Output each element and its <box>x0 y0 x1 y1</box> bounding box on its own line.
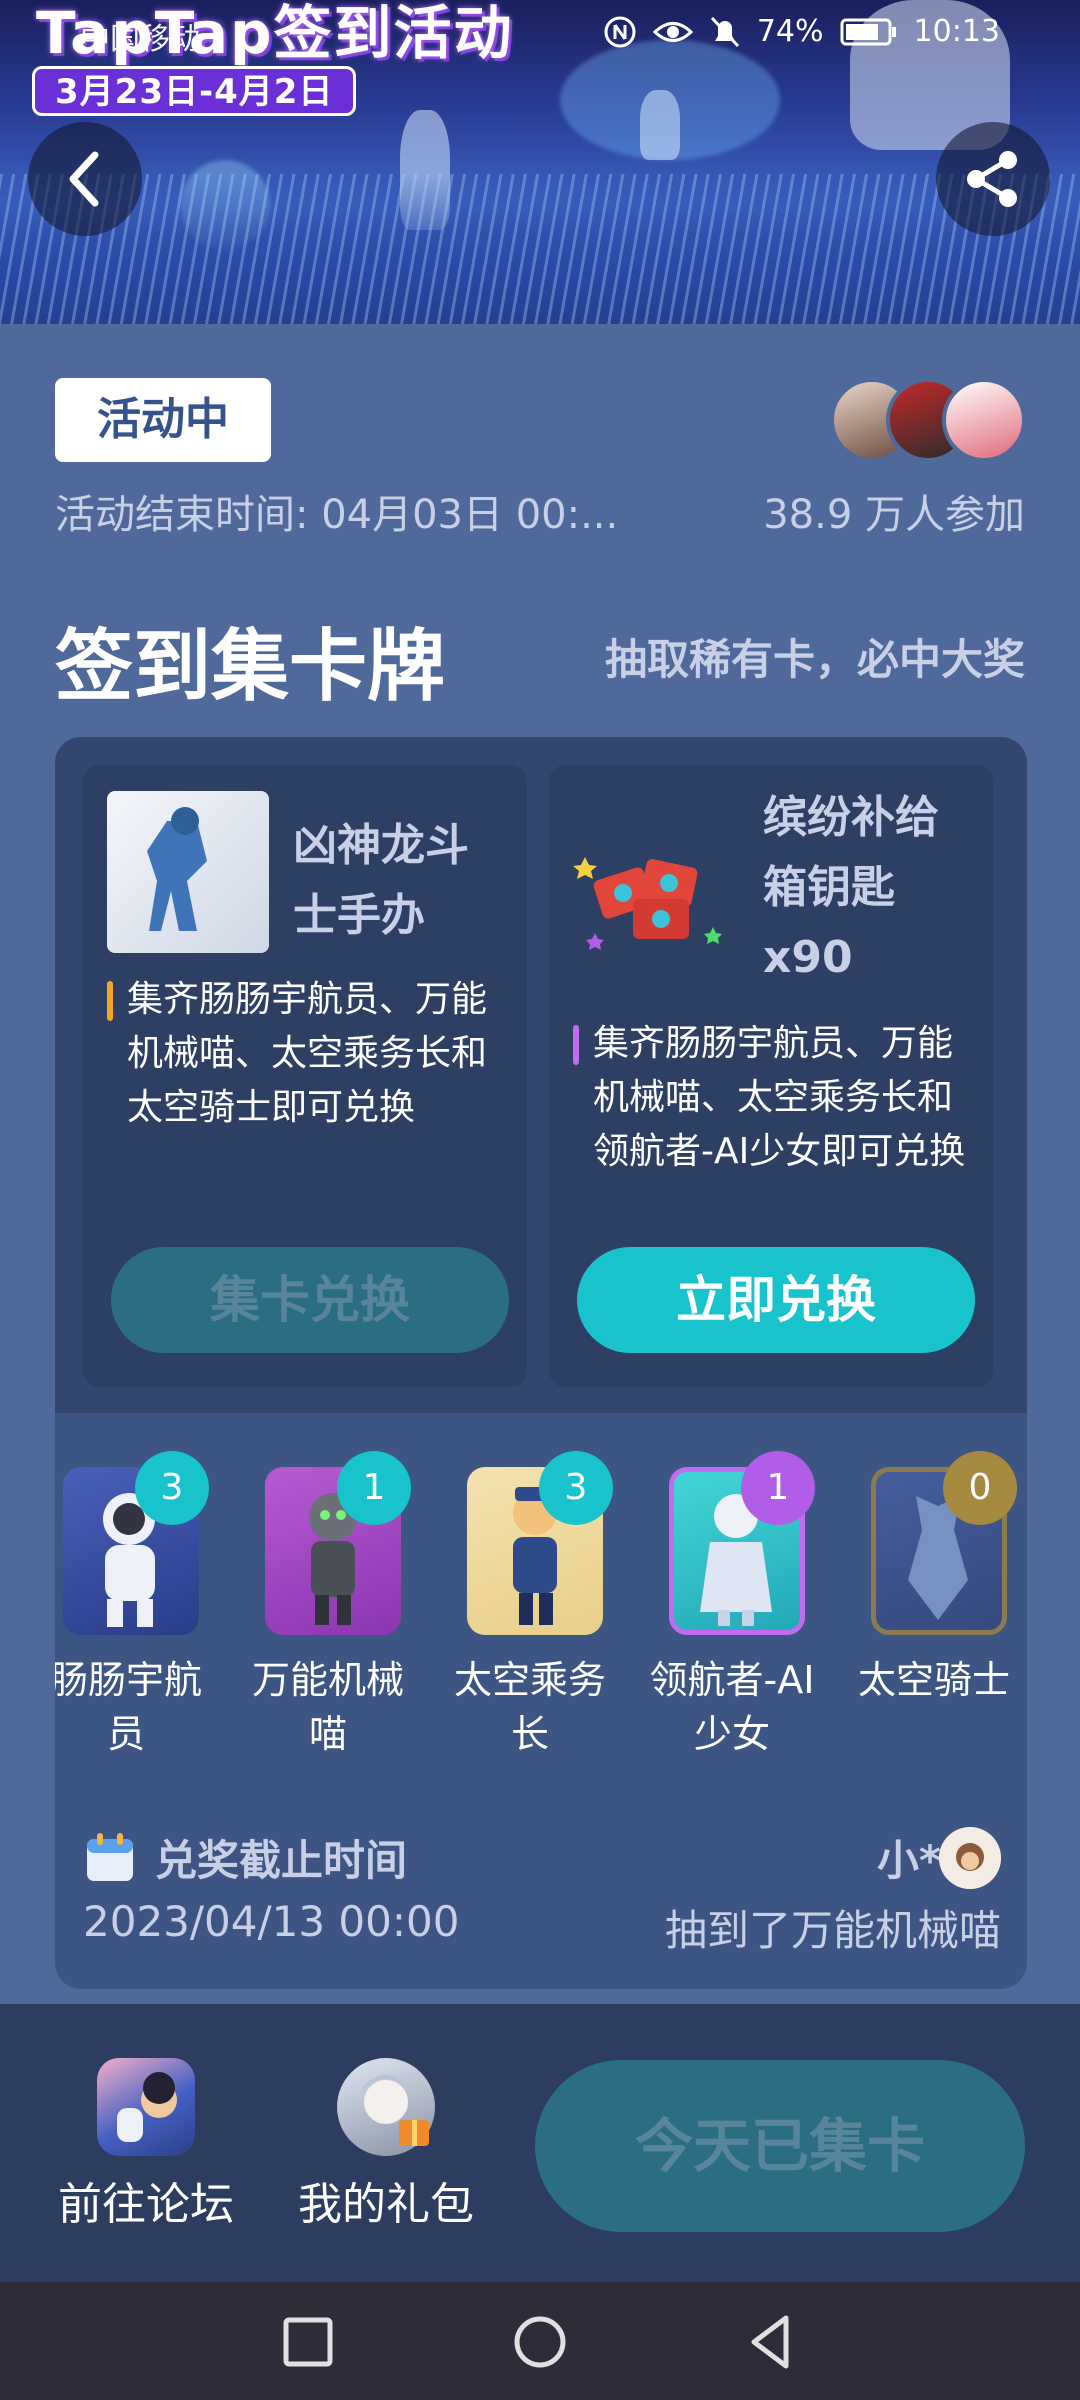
chevron-left-icon <box>69 151 99 207</box>
eye-icon <box>652 21 693 42</box>
activity-status-badge: 活动中 <box>55 378 271 462</box>
battery-percent: 74% <box>756 14 824 49</box>
forum-button[interactable]: 前往论坛 <box>46 2058 246 2232</box>
my-gifts-button[interactable]: 我的礼包 <box>286 2058 486 2232</box>
card-count-badge: 0 <box>943 1451 1017 1525</box>
participant-count: 38.9 万人参加 <box>763 492 1025 538</box>
battery-icon <box>840 18 896 45</box>
gift-icon <box>337 2058 435 2156</box>
status-bar: 中国移动 74% 10:13 <box>0 0 1080 70</box>
deadline-value: 2023/04/13 00:00 <box>83 1897 460 1946</box>
banner-grass <box>0 174 1080 324</box>
card-count-badge: 1 <box>741 1451 815 1525</box>
card-count-badge: 3 <box>539 1451 613 1525</box>
prize-name: 缤纷补给箱钥匙x90 <box>763 792 939 983</box>
winner-name: 小* <box>877 1836 941 1885</box>
forum-label: 前往论坛 <box>58 2179 234 2230</box>
share-button[interactable] <box>936 122 1050 236</box>
collect-exchange-button[interactable]: 集卡兑换 <box>111 1247 509 1353</box>
system-navigation-bar <box>0 2282 1080 2400</box>
prize-description-text: 集齐肠肠宇航员、万能机械喵、太空乘务长和领航者-AI少女即可兑换 <box>593 1023 966 1172</box>
prize-name: 凶神龙斗士手办 <box>293 820 469 941</box>
card-collection-panel: 凶神龙斗士手办 集齐肠肠宇航员、万能机械喵、太空乘务长和太空骑士即可兑换 集卡兑… <box>55 737 1027 1989</box>
calendar-icon <box>87 1833 133 1881</box>
dragon-figure-image <box>107 791 269 953</box>
back-button[interactable] <box>28 122 142 236</box>
banner-character <box>640 90 680 160</box>
supply-key-image <box>573 837 739 961</box>
activity-end-time: 活动结束时间: 04月03日 00:... <box>55 492 619 538</box>
checkin-button[interactable]: 今天已集卡 <box>535 2060 1025 2232</box>
card-count-badge: 3 <box>135 1451 209 1525</box>
card-count-badge: 1 <box>337 1451 411 1525</box>
bottom-action-bar: 前往论坛 我的礼包 今天已集卡 <box>0 2004 1080 2282</box>
mute-bell-icon <box>710 16 739 47</box>
carrier-label: 中国移动 <box>80 22 200 57</box>
winner-text: 抽到了万能机械喵 <box>664 1906 1001 1955</box>
status-icons: 74% 10:13 <box>603 14 1000 49</box>
back-nav-icon[interactable] <box>738 2310 802 2374</box>
accent-bar <box>573 1025 579 1065</box>
card-label: 肠肠宇航员 <box>55 1658 202 1756</box>
nfc-icon <box>604 16 636 47</box>
deadline-label: 兑奖截止时间 <box>155 1836 408 1885</box>
section-subtitle: 抽取稀有卡，必中大奖 <box>604 635 1025 684</box>
card-label: 领航者-AI少女 <box>649 1658 815 1756</box>
prize-description: 集齐肠肠宇航员、万能机械喵、太空乘务长和领航者-AI少女即可兑换 <box>573 1017 977 1179</box>
forum-icon <box>97 2058 195 2156</box>
section-title: 签到集卡牌 <box>55 622 446 712</box>
my-gifts-label: 我的礼包 <box>298 2179 474 2230</box>
avatar <box>942 378 1026 462</box>
card-list: 3 肠肠宇航员 1 万能机械喵 3 太空乘务长 1 领航者-AI少女 0 太空骑… <box>55 1413 1027 1756</box>
winner-avatar <box>939 1827 1001 1889</box>
prize-description: 集齐肠肠宇航员、万能机械喵、太空乘务长和太空骑士即可兑换 <box>107 973 511 1135</box>
prize-description-text: 集齐肠肠宇航员、万能机械喵、太空乘务长和太空骑士即可兑换 <box>127 979 488 1128</box>
participant-avatars[interactable] <box>830 378 1030 462</box>
clock: 10:13 <box>913 14 1000 49</box>
card-label: 万能机械喵 <box>251 1658 404 1756</box>
card-label: 太空乘务长 <box>453 1658 606 1756</box>
card-label: 太空骑士 <box>857 1658 1010 1702</box>
recent-apps-icon[interactable] <box>276 2310 340 2374</box>
share-icon <box>967 151 1017 207</box>
banner-date-range: 3月23日-4月2日 <box>32 66 357 116</box>
home-icon[interactable] <box>508 2310 572 2374</box>
accent-bar <box>107 981 113 1021</box>
redeem-now-button[interactable]: 立即兑换 <box>577 1247 975 1353</box>
prize-card: 缤纷补给箱钥匙x90 集齐肠肠宇航员、万能机械喵、太空乘务长和领航者-AI少女即… <box>549 765 993 1387</box>
prize-card: 凶神龙斗士手办 集齐肠肠宇航员、万能机械喵、太空乘务长和太空骑士即可兑换 集卡兑… <box>83 765 527 1387</box>
prize-area: 凶神龙斗士手办 集齐肠肠宇航员、万能机械喵、太空乘务长和太空骑士即可兑换 集卡兑… <box>55 737 1027 1413</box>
